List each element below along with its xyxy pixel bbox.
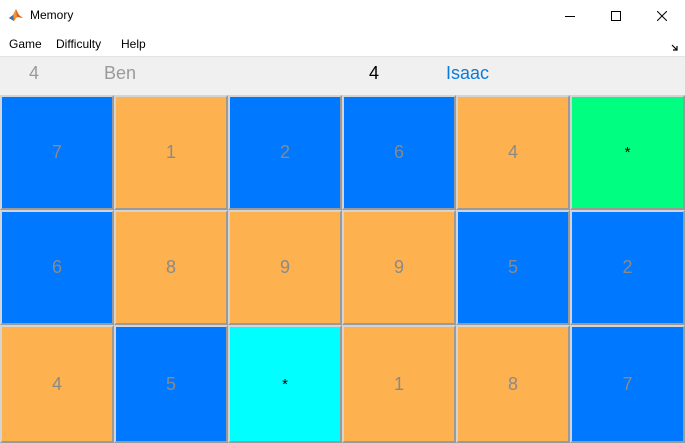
memory-card-label: 9 <box>279 257 290 277</box>
memory-card-label: 8 <box>165 257 176 277</box>
menu-difficulty[interactable]: Difficulty <box>56 37 101 51</box>
memory-card-label: * <box>282 375 288 393</box>
close-button[interactable] <box>639 0 685 31</box>
memory-card[interactable]: * <box>228 325 342 443</box>
scoreboard: 4 Ben 4 Isaac <box>0 57 685 95</box>
title-bar: Memory <box>0 0 685 31</box>
memory-card-label: 5 <box>165 373 176 394</box>
memory-card-label: 6 <box>393 142 404 162</box>
memory-card[interactable]: 1 <box>342 325 456 443</box>
memory-card[interactable]: 6 <box>0 210 114 325</box>
window-title: Memory <box>30 8 74 22</box>
memory-card-label: 1 <box>393 373 404 394</box>
player2-score: 4 <box>369 63 380 83</box>
card-grid: 7 1 2 6 4 * 6 8 9 9 5 2 4 5 * 1 8 7 <box>0 95 685 443</box>
memory-card-label: 7 <box>51 142 62 162</box>
memory-card[interactable]: 2 <box>228 95 342 210</box>
memory-card[interactable]: 8 <box>114 210 228 325</box>
memory-card-label: 2 <box>622 257 633 277</box>
memory-card[interactable]: * <box>570 95 685 210</box>
memory-card-label: 7 <box>622 373 633 394</box>
memory-card[interactable]: 5 <box>114 325 228 443</box>
memory-card[interactable]: 4 <box>456 95 570 210</box>
maximize-button[interactable] <box>593 0 639 31</box>
menu-game[interactable]: Game <box>9 37 42 51</box>
memory-card-label: 5 <box>507 257 518 277</box>
memory-card[interactable]: 8 <box>456 325 570 443</box>
memory-card-label: * <box>624 144 631 161</box>
memory-card-label: 4 <box>507 142 518 162</box>
memory-card-label: 1 <box>165 142 176 162</box>
memory-card[interactable]: 4 <box>0 325 114 443</box>
menu-bar: Game Difficulty Help <box>0 31 685 57</box>
memory-card-label: 9 <box>393 257 404 277</box>
player1-score: 4 <box>29 63 40 83</box>
minimize-icon <box>565 15 575 17</box>
memory-window: Memory Game Difficulty Help 4 Ben 4 Isaa… <box>0 0 685 443</box>
minimize-button[interactable] <box>547 0 593 31</box>
memory-card[interactable]: 2 <box>570 210 685 325</box>
memory-card-label: 6 <box>51 257 62 277</box>
memory-card[interactable]: 7 <box>570 325 685 443</box>
memory-card[interactable]: 9 <box>228 210 342 325</box>
matlab-logo-icon <box>8 7 24 23</box>
memory-card[interactable]: 1 <box>114 95 228 210</box>
memory-card-label: 4 <box>51 373 62 394</box>
memory-card[interactable]: 5 <box>456 210 570 325</box>
memory-card-label: 8 <box>507 373 518 394</box>
memory-card[interactable]: 9 <box>342 210 456 325</box>
player1-name: Ben <box>104 63 137 83</box>
toolbar-toggle-arrow-icon[interactable] <box>670 39 679 51</box>
player2-name: Isaac <box>446 63 490 83</box>
close-icon <box>657 10 667 21</box>
maximize-icon <box>611 10 621 21</box>
memory-card[interactable]: 7 <box>0 95 114 210</box>
menu-help[interactable]: Help <box>121 37 146 51</box>
memory-card[interactable]: 6 <box>342 95 456 210</box>
memory-card-label: 2 <box>279 142 290 162</box>
